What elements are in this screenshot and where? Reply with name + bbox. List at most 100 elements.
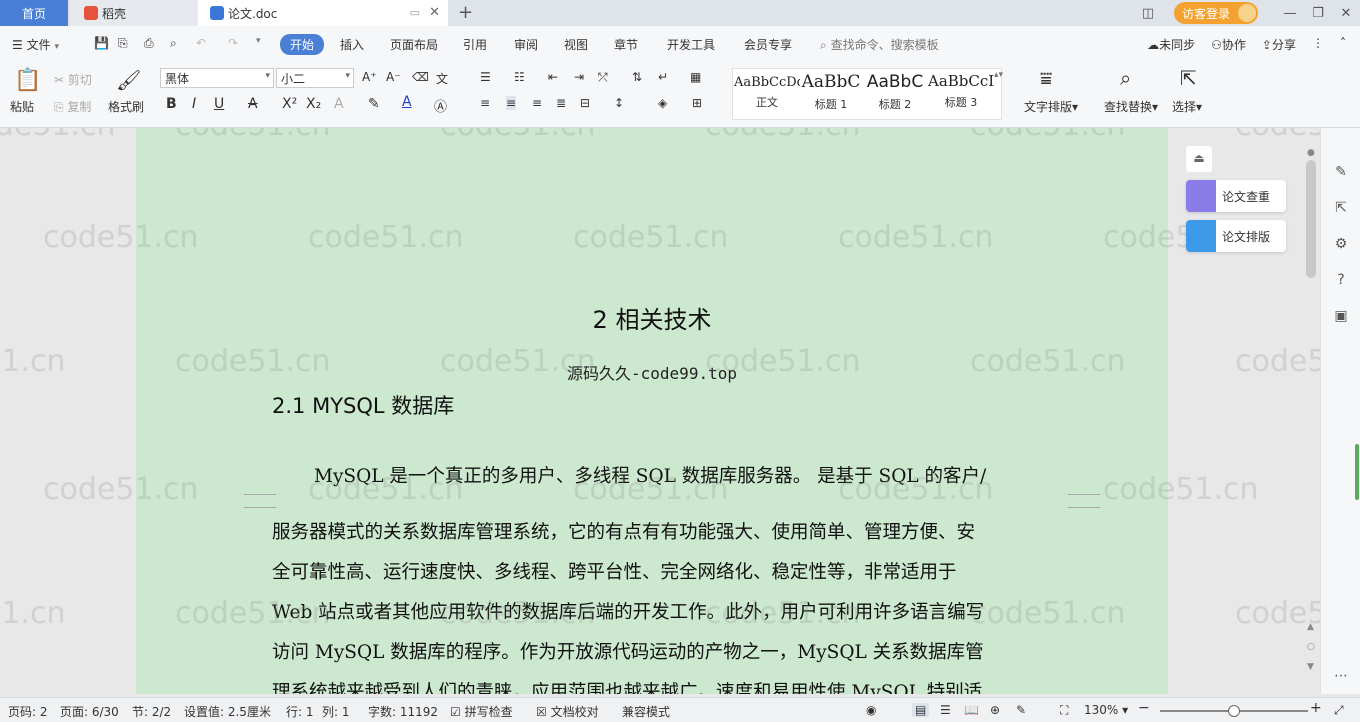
zoom-slider[interactable]	[1160, 705, 1308, 717]
scroll-up-icon[interactable]: ●	[1307, 148, 1315, 158]
char-border-icon[interactable]: Ⓐ	[434, 96, 447, 115]
cut-button[interactable]: ✂ 剪切	[54, 71, 92, 88]
document-area[interactable]: 2 相关技术 源码久久-code99.top 2.1 MYSQL 数据库 MyS…	[0, 128, 1320, 694]
paper-layout-button[interactable]: 论文排版	[1186, 220, 1286, 252]
window-layout-icon[interactable]: ◫	[1134, 6, 1162, 21]
quick-access-dropdown-icon[interactable]: ▾	[256, 36, 261, 46]
select-button[interactable]: 选择▾	[1172, 98, 1202, 115]
align-right-icon[interactable]: ≡	[532, 96, 542, 110]
paper-check-button[interactable]: 论文查重	[1186, 180, 1286, 212]
show-marks-icon[interactable]: ↵	[658, 70, 668, 84]
pen-icon[interactable]: ✎	[1333, 164, 1349, 180]
menu-view[interactable]: 视图	[564, 36, 588, 53]
align-center-icon[interactable]: ≡	[506, 96, 517, 110]
tab-daoke[interactable]: 稻壳	[70, 0, 198, 26]
text-effect-icon[interactable]: A	[334, 96, 344, 112]
align-left-icon[interactable]: ≡	[480, 96, 490, 110]
find-icon[interactable]: ⌕	[1120, 66, 1131, 90]
share-button[interactable]: ⇪分享	[1262, 36, 1296, 53]
file-menu[interactable]: ☰ 文件 ▾	[12, 36, 59, 53]
highlight-icon[interactable]: ✎	[368, 96, 380, 112]
subscript-icon[interactable]: X₂	[306, 96, 321, 112]
numbered-list-icon[interactable]: ☷	[514, 70, 525, 84]
style-heading-1[interactable]: AaBbC 标题 1	[798, 68, 864, 120]
bold-icon[interactable]: B	[166, 96, 177, 112]
prev-page-icon[interactable]: ▲	[1307, 622, 1314, 632]
shading-icon[interactable]: ◈	[658, 96, 667, 110]
justify-icon[interactable]: ≣	[556, 96, 566, 110]
close-tab-icon[interactable]: ✕	[429, 5, 440, 20]
export-icon[interactable]: ⎘	[118, 36, 128, 51]
eye-protection-icon[interactable]: ◉	[866, 703, 876, 717]
distribute-icon[interactable]: ⊟	[580, 96, 590, 110]
reading-view-icon[interactable]: 📖	[964, 703, 979, 717]
web-view-icon[interactable]: ⊕	[990, 703, 1000, 717]
chinese-layout-icon[interactable]: ⤱	[598, 70, 608, 85]
fit-page-icon[interactable]: ⛶	[1060, 703, 1068, 718]
font-color-icon[interactable]: A	[402, 94, 412, 110]
collapse-panel-icon[interactable]: ⏏	[1186, 146, 1212, 172]
image-tool-icon[interactable]: ▣	[1333, 308, 1349, 324]
print-preview-icon[interactable]: ⌕	[170, 36, 177, 51]
font-family-select[interactable]: 黑体	[160, 68, 274, 88]
scroll-thumb[interactable]	[1306, 160, 1316, 278]
page-view-icon[interactable]: ▤	[912, 703, 930, 717]
select-pointer-icon[interactable]: ⇱	[1333, 200, 1349, 216]
grow-font-icon[interactable]: A⁺	[362, 70, 377, 84]
command-search[interactable]: ⌕ 查找命令、搜索模板	[820, 36, 939, 53]
pointer-icon[interactable]: ⇱	[1180, 66, 1197, 90]
italic-icon[interactable]: I	[192, 96, 196, 112]
find-replace-button[interactable]: 查找替换▾	[1104, 98, 1158, 115]
style-heading-2[interactable]: AaBbC 标题 2	[862, 68, 928, 120]
save-icon[interactable]: 💾	[94, 36, 109, 50]
zoom-in-icon[interactable]: +	[1310, 700, 1322, 716]
zoom-slider-knob[interactable]	[1228, 705, 1240, 717]
text-layout-button[interactable]: 文字排版▾	[1024, 98, 1078, 115]
float-window-icon[interactable]: ▭	[410, 6, 420, 19]
menu-chapter[interactable]: 章节	[614, 36, 638, 53]
close-window-icon[interactable]: ✕	[1332, 6, 1360, 21]
page-number[interactable]: 页码: 2	[8, 703, 48, 720]
outline-view-icon[interactable]: ☰	[940, 703, 951, 717]
settings-sliders-icon[interactable]: ⚙	[1333, 236, 1349, 252]
menu-developer[interactable]: 开发工具	[667, 36, 715, 53]
copy-button[interactable]: ⎘ 复制	[54, 98, 91, 115]
font-size-select[interactable]: 小二	[276, 68, 354, 88]
more-icon[interactable]: ⋮	[1312, 36, 1324, 53]
style-normal[interactable]: AaBbCcDd 正文	[734, 68, 800, 120]
borders-icon[interactable]: ⊞	[692, 96, 702, 110]
menu-insert[interactable]: 插入	[340, 36, 364, 53]
minimize-icon[interactable]: —	[1276, 6, 1304, 21]
increase-indent-icon[interactable]: ⇥	[574, 70, 584, 84]
tab-document[interactable]: 论文.doc ▭ ✕	[198, 0, 448, 26]
fullscreen-icon[interactable]: ⤢	[1334, 703, 1344, 718]
collaborate-button[interactable]: ⚇协作	[1211, 36, 1246, 53]
help-icon[interactable]: ?	[1333, 272, 1349, 288]
setting-value[interactable]: 设置值: 2.5厘米	[184, 703, 271, 720]
strikethrough-icon[interactable]: A	[248, 96, 258, 112]
style-heading-3[interactable]: AaBbCcI 标题 3	[928, 68, 994, 120]
word-count[interactable]: 字数: 11192	[368, 703, 438, 720]
menu-references[interactable]: 引用	[463, 36, 487, 53]
phonetic-icon[interactable]: 文	[436, 70, 448, 87]
menu-page-layout[interactable]: 页面布局	[390, 36, 438, 53]
next-page-icon[interactable]: ▼	[1307, 662, 1314, 672]
select-browse-icon[interactable]: ○	[1307, 642, 1315, 652]
print-icon[interactable]: ⎙	[144, 36, 154, 51]
bullet-list-icon[interactable]: ☰	[480, 70, 491, 84]
gallery-scroll-icon[interactable]: ▴▾	[994, 70, 1003, 80]
sync-status[interactable]: ☁未同步	[1147, 36, 1195, 53]
menu-review[interactable]: 审阅	[514, 36, 538, 53]
decrease-indent-icon[interactable]: ⇤	[548, 70, 558, 84]
undo-icon[interactable]: ↶	[196, 36, 206, 50]
paste-icon[interactable]: 📋	[14, 68, 41, 93]
spell-check-button[interactable]: ☑ 拼写检查	[450, 703, 513, 720]
menu-start[interactable]: 开始	[280, 34, 325, 55]
proofread-button[interactable]: ☒ 文档校对	[536, 703, 599, 720]
more-tools-icon[interactable]: ⋯	[1333, 668, 1349, 684]
zoom-out-icon[interactable]: −	[1138, 700, 1150, 716]
collapse-ribbon-icon[interactable]: ˄	[1340, 36, 1346, 53]
line-spacing-icon[interactable]: ↕	[614, 96, 624, 110]
paste-button[interactable]: 粘贴	[10, 98, 34, 115]
zoom-level[interactable]: 130% ▾	[1084, 703, 1128, 717]
